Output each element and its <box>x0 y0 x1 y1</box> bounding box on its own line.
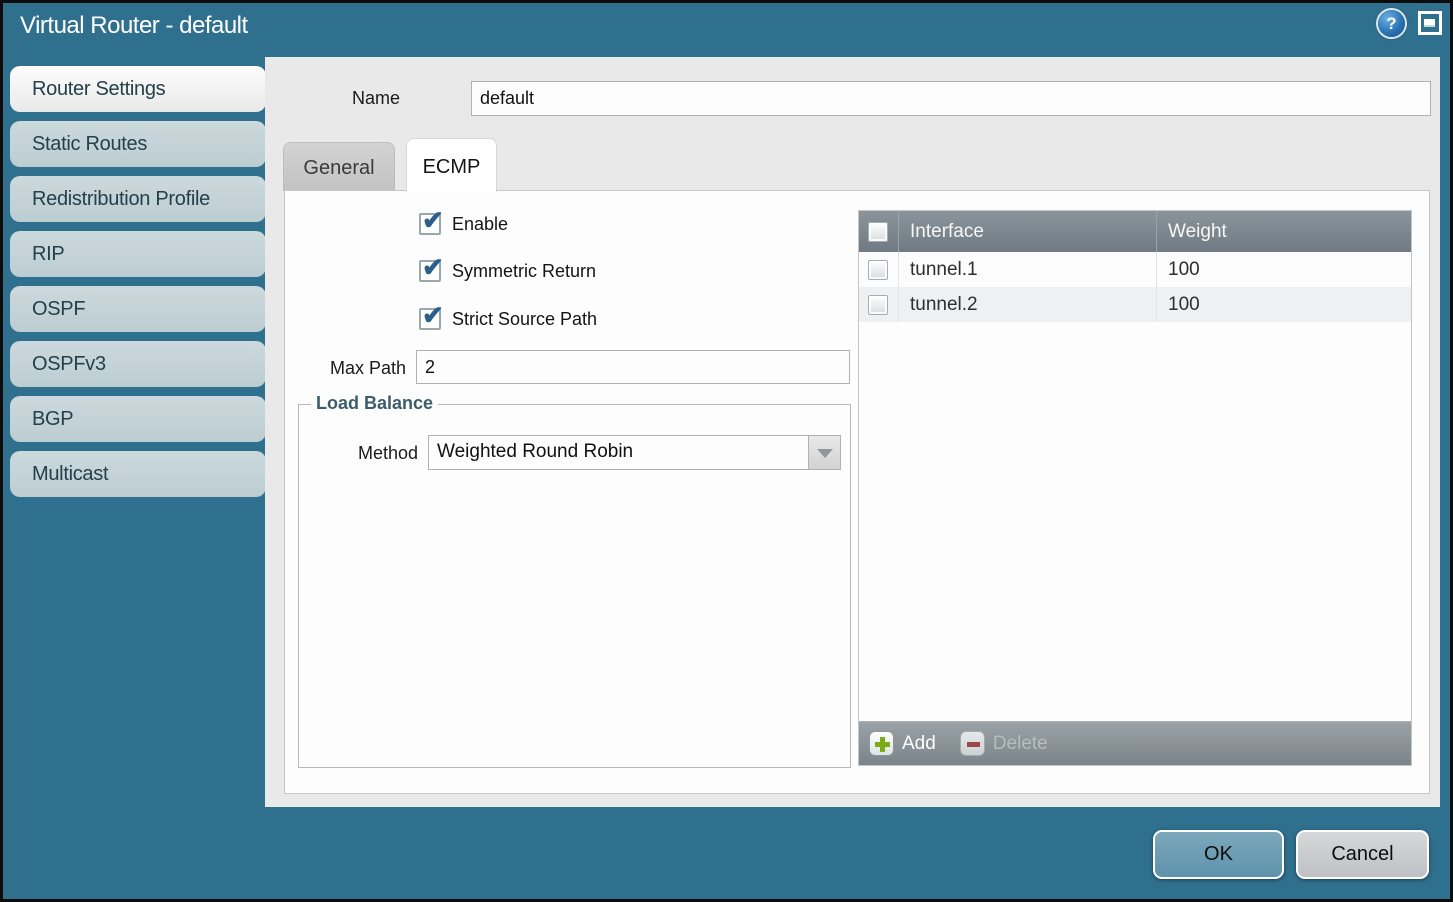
help-icon[interactable]: ? <box>1378 10 1405 37</box>
virtual-router-dialog: Virtual Router - default ? Router Settin… <box>0 0 1453 902</box>
chevron-down-icon <box>817 449 833 458</box>
delete-button-label: Delete <box>993 733 1048 755</box>
header-checkbox-cell <box>859 211 898 252</box>
row-checkbox-cell <box>859 287 898 322</box>
strict-source-path-checkbox-row[interactable]: ✔ Strict Source Path <box>419 308 597 330</box>
sidebar-item-router-settings[interactable]: Router Settings <box>10 66 266 112</box>
sidebar-item-rip[interactable]: RIP <box>10 231 266 277</box>
load-balance-legend: Load Balance <box>311 393 438 414</box>
sidebar-item-redistribution-profile[interactable]: Redistribution Profile <box>10 176 266 222</box>
ecmp-tab-content: ✔ Enable ✔ Symmetric Return ✔ Strict Sou… <box>284 190 1430 794</box>
sidebar-item-ospfv3[interactable]: OSPFv3 <box>10 341 266 387</box>
ok-button[interactable]: OK <box>1153 830 1284 879</box>
main-panel: Name default General ECMP ✔ Enable ✔ Sym… <box>265 57 1440 807</box>
symmetric-return-checkbox-row[interactable]: ✔ Symmetric Return <box>419 260 596 282</box>
name-input[interactable]: default <box>471 81 1431 116</box>
method-label: Method <box>299 443 418 464</box>
row-checkbox[interactable] <box>868 260 888 280</box>
max-path-input[interactable]: 2 <box>416 350 850 384</box>
row-checkbox[interactable] <box>868 295 888 315</box>
check-icon: ✔ <box>422 300 444 331</box>
sidebar-item-bgp[interactable]: BGP <box>10 396 266 442</box>
tab-general[interactable]: General <box>283 142 395 191</box>
table-header: Interface Weight <box>859 211 1411 252</box>
add-button[interactable]: Add <box>869 731 936 756</box>
sidebar-item-ospf[interactable]: OSPF <box>10 286 266 332</box>
add-plus-icon <box>869 731 894 756</box>
enable-label: Enable <box>452 214 508 235</box>
tab-ecmp[interactable]: ECMP <box>406 138 497 192</box>
name-label: Name <box>335 88 400 109</box>
dialog-title: Virtual Router - default <box>20 12 248 40</box>
table-row-tunnel2[interactable]: tunnel.2 100 <box>859 287 1411 322</box>
sidebar-item-multicast[interactable]: Multicast <box>10 451 266 497</box>
column-header-interface: Interface <box>898 211 1156 252</box>
symmetric-return-checkbox[interactable]: ✔ <box>419 260 441 282</box>
check-icon: ✔ <box>422 205 444 236</box>
ecmp-interface-table: Interface Weight tunnel.1 100 tunnel.2 1… <box>858 210 1412 766</box>
cell-weight: 100 <box>1156 287 1411 322</box>
enable-checkbox-row[interactable]: ✔ Enable <box>419 213 508 235</box>
titlebar: Virtual Router - default ? <box>3 3 1450 57</box>
symmetric-return-label: Symmetric Return <box>452 261 596 282</box>
table-row-tunnel1[interactable]: tunnel.1 100 <box>859 252 1411 287</box>
restore-window-icon[interactable] <box>1418 11 1442 35</box>
load-balance-group: Load Balance Method Weighted Round Robin <box>298 404 851 768</box>
sidebar-item-static-routes[interactable]: Static Routes <box>10 121 266 167</box>
max-path-label: Max Path <box>285 358 406 379</box>
add-button-label: Add <box>902 733 936 755</box>
delete-minus-icon <box>960 731 985 756</box>
table-toolbar: Add Delete <box>859 721 1411 765</box>
cell-weight: 100 <box>1156 252 1411 287</box>
method-dropdown[interactable]: Weighted Round Robin <box>428 435 841 470</box>
column-header-weight: Weight <box>1156 211 1411 252</box>
row-checkbox-cell <box>859 252 898 287</box>
cell-interface: tunnel.2 <box>898 287 1156 322</box>
strict-source-path-checkbox[interactable]: ✔ <box>419 308 441 330</box>
select-all-checkbox[interactable] <box>868 222 888 242</box>
delete-button[interactable]: Delete <box>960 731 1048 756</box>
cancel-button[interactable]: Cancel <box>1296 830 1429 879</box>
restore-window-glyph <box>1424 19 1435 27</box>
strict-source-path-label: Strict Source Path <box>452 309 597 330</box>
method-value: Weighted Round Robin <box>437 441 633 463</box>
enable-checkbox[interactable]: ✔ <box>419 213 441 235</box>
cell-interface: tunnel.1 <box>898 252 1156 287</box>
check-icon: ✔ <box>422 252 444 283</box>
dropdown-button[interactable] <box>808 436 840 469</box>
